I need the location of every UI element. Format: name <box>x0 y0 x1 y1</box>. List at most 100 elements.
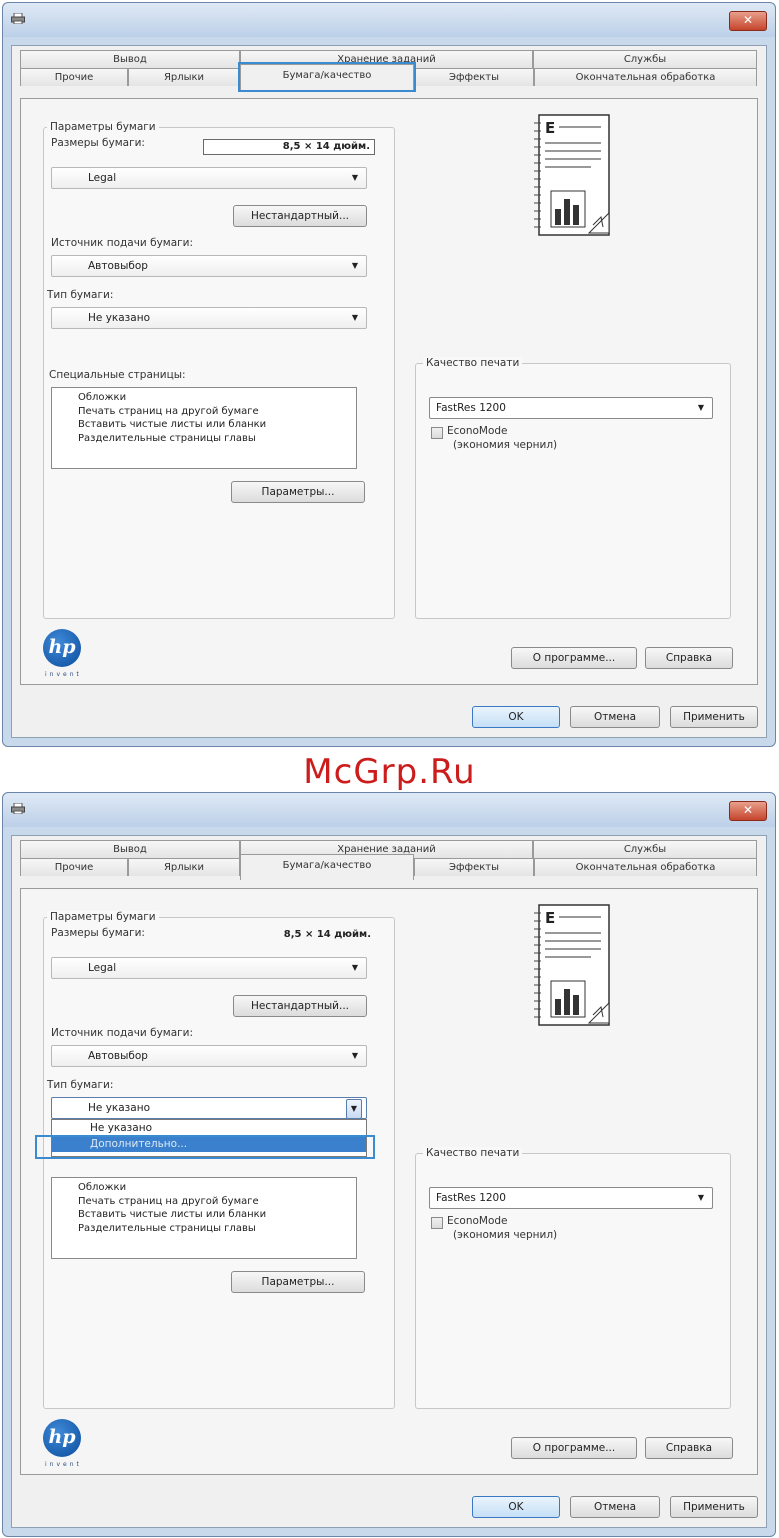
tab-effects[interactable]: Эффекты <box>414 858 534 876</box>
list-item[interactable]: Вставить чистые листы или бланки <box>78 1208 356 1222</box>
hp-logo: hp <box>43 1419 81 1457</box>
print-quality-combo[interactable]: FastRes 1200 ▼ <box>429 1187 713 1209</box>
tab-output[interactable]: Вывод <box>20 840 240 858</box>
paper-source-label: Источник подачи бумаги: <box>51 1027 194 1039</box>
help-button[interactable]: Справка <box>645 647 733 669</box>
list-item[interactable]: Разделительные страницы главы <box>78 1222 356 1236</box>
tab-other[interactable]: Прочие <box>20 858 128 876</box>
list-item[interactable]: Печать страниц на другой бумаге <box>78 1195 356 1209</box>
print-quality-label: Качество печати <box>423 1147 523 1159</box>
list-item[interactable]: Печать страниц на другой бумаге <box>78 405 356 419</box>
dropdown-arrow-icon: ▼ <box>351 313 359 322</box>
custom-size-button[interactable]: Нестандартный... <box>233 995 367 1017</box>
close-icon: ✕ <box>742 13 754 27</box>
tab-row-2: Прочие Ярлыки Бумага/качество Эффекты Ок… <box>20 854 757 880</box>
tab-services[interactable]: Службы <box>533 50 757 68</box>
tab-finishing[interactable]: Окончательная обработка <box>534 858 757 876</box>
dropdown-option-unspecified[interactable]: Не указано <box>52 1120 366 1136</box>
close-icon: ✕ <box>742 803 754 817</box>
paper-size-combo[interactable]: Legal ▼ <box>51 957 367 979</box>
page-preview-icon: E <box>534 114 610 236</box>
paper-type-combo-value: Не указано <box>88 1102 150 1114</box>
about-button[interactable]: О программе... <box>511 647 637 669</box>
apply-button[interactable]: Применить <box>670 706 758 728</box>
ok-button[interactable]: OK <box>472 1496 560 1518</box>
economode-label: EconoMode <box>447 1215 508 1227</box>
special-pages-label: Специальные страницы: <box>49 369 186 381</box>
paper-options-label: Параметры бумаги <box>47 911 159 923</box>
dropdown-arrow-icon: ▼ <box>697 1193 705 1202</box>
svg-text:E: E <box>545 909 555 927</box>
list-item[interactable]: Обложки <box>78 1181 356 1195</box>
special-pages-params-button[interactable]: Параметры... <box>231 1271 365 1293</box>
dropdown-arrow-icon: ▼ <box>346 1099 362 1119</box>
close-button[interactable]: ✕ <box>729 801 767 821</box>
tab-row-2: Прочие Ярлыки Бумага/качество Эффекты Ок… <box>20 62 757 92</box>
title-bar: ✕ <box>3 3 775 37</box>
about-button[interactable]: О программе... <box>511 1437 637 1459</box>
paper-size-combo-value: Legal <box>88 172 117 184</box>
paper-type-combo[interactable]: Не указано ▼ <box>51 1097 367 1119</box>
paper-options-label: Параметры бумаги <box>47 121 159 133</box>
title-bar: ✕ <box>3 793 775 827</box>
cancel-button[interactable]: Отмена <box>570 706 660 728</box>
tab-services[interactable]: Службы <box>533 840 757 858</box>
dropdown-arrow-icon: ▼ <box>351 173 359 182</box>
tab-effects[interactable]: Эффекты <box>414 68 534 86</box>
list-item[interactable]: Вставить чистые листы или бланки <box>78 418 356 432</box>
economode-sublabel: (экономия чернил) <box>453 439 558 451</box>
printer-icon <box>11 803 25 814</box>
paper-type-label: Тип бумаги: <box>47 1079 114 1091</box>
economode-checkbox[interactable] <box>431 427 443 439</box>
ok-button[interactable]: OK <box>472 706 560 728</box>
paper-source-combo-value: Автовыбор <box>88 1050 148 1062</box>
paper-size-value: 8,5 × 14 дюйм. <box>283 929 371 940</box>
paper-size-label: Размеры бумаги: <box>51 927 145 939</box>
paper-size-value: 8,5 × 14 дюйм. <box>203 139 375 155</box>
list-item[interactable]: Обложки <box>78 391 356 405</box>
printer-properties-window-1: ✕ Вывод Хранение заданий Службы Прочие Я… <box>2 2 776 747</box>
dialog-client: Вывод Хранение заданий Службы Прочие Ярл… <box>11 835 767 1528</box>
paper-source-combo[interactable]: Автовыбор ▼ <box>51 255 367 277</box>
paper-quality-panel: Параметры бумаги Размеры бумаги: 8,5 × 1… <box>20 98 758 685</box>
custom-size-button[interactable]: Нестандартный... <box>233 205 367 227</box>
printer-properties-window-2: ✕ Вывод Хранение заданий Службы Прочие Я… <box>2 792 776 1537</box>
dropdown-arrow-icon: ▼ <box>351 963 359 972</box>
dropdown-arrow-icon: ▼ <box>697 403 705 412</box>
list-item[interactable]: Разделительные страницы главы <box>78 432 356 446</box>
tab-paper-quality[interactable]: Бумага/качество <box>240 854 414 880</box>
tab-shortcuts[interactable]: Ярлыки <box>128 68 240 86</box>
tab-finishing[interactable]: Окончательная обработка <box>534 68 757 86</box>
printer-icon <box>11 13 25 24</box>
tab-paper-quality[interactable]: Бумага/качество <box>238 62 416 92</box>
special-pages-list[interactable]: Обложки Печать страниц на другой бумаге … <box>51 1177 357 1259</box>
paper-type-combo-value: Не указано <box>88 312 150 324</box>
print-quality-value: FastRes 1200 <box>436 1192 506 1204</box>
economode-sublabel: (экономия чернил) <box>453 1229 558 1241</box>
paper-source-combo-value: Автовыбор <box>88 260 148 272</box>
tab-other[interactable]: Прочие <box>20 68 128 86</box>
hp-logo-tagline: invent <box>45 671 82 678</box>
paper-size-combo-value: Legal <box>88 962 117 974</box>
print-quality-label: Качество печати <box>423 357 523 369</box>
economode-checkbox[interactable] <box>431 1217 443 1229</box>
special-pages-list[interactable]: Обложки Печать страниц на другой бумаге … <box>51 387 357 469</box>
print-quality-value: FastRes 1200 <box>436 402 506 414</box>
cancel-button[interactable]: Отмена <box>570 1496 660 1518</box>
dropdown-arrow-icon: ▼ <box>351 1051 359 1060</box>
paper-source-combo[interactable]: Автовыбор ▼ <box>51 1045 367 1067</box>
tab-shortcuts[interactable]: Ярлыки <box>128 858 240 876</box>
paper-source-label: Источник подачи бумаги: <box>51 237 194 249</box>
paper-options-group <box>43 917 395 1409</box>
hp-logo: hp <box>43 629 81 667</box>
help-button[interactable]: Справка <box>645 1437 733 1459</box>
apply-button[interactable]: Применить <box>670 1496 758 1518</box>
paper-type-combo[interactable]: Не указано ▼ <box>51 307 367 329</box>
paper-size-combo[interactable]: Legal ▼ <box>51 167 367 189</box>
hp-logo-tagline: invent <box>45 1461 82 1468</box>
special-pages-params-button[interactable]: Параметры... <box>231 481 365 503</box>
close-button[interactable]: ✕ <box>729 11 767 31</box>
print-quality-combo[interactable]: FastRes 1200 ▼ <box>429 397 713 419</box>
tab-output[interactable]: Вывод <box>20 50 240 68</box>
economode-label: EconoMode <box>447 425 508 437</box>
